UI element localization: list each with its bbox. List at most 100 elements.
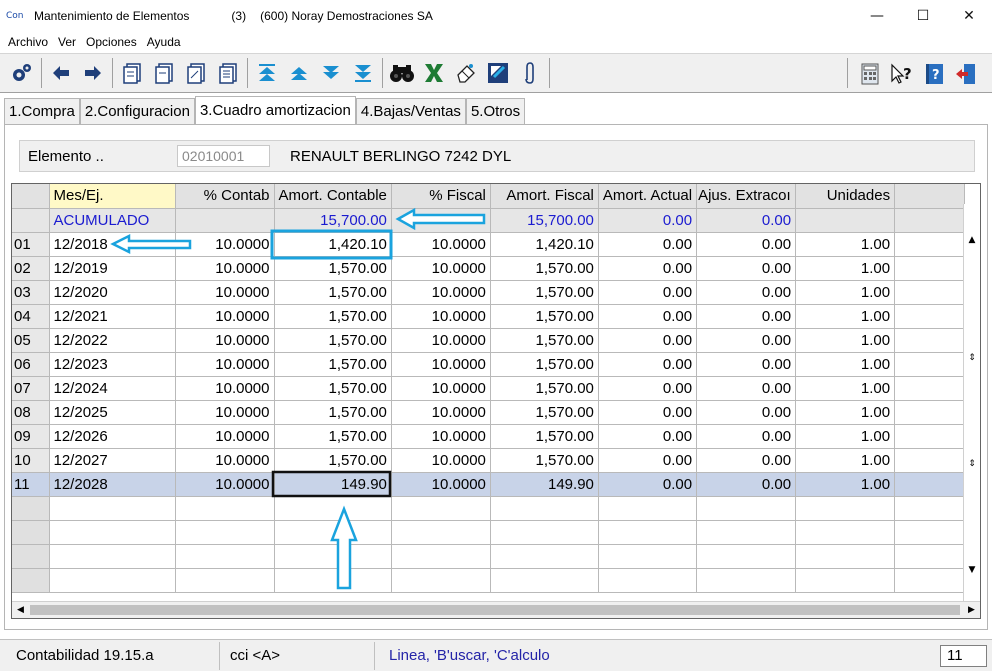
row-amort-fiscal[interactable]: 1,570.00 (490, 328, 599, 353)
row-unidades[interactable]: 1.00 (795, 424, 896, 449)
header-amort-actual[interactable]: Amort. Actual (598, 184, 698, 209)
table-row[interactable]: 03 12/2020 10.0000 1,570.00 10.0000 1,570.00 0… (12, 280, 966, 305)
row-unidades[interactable]: 1.00 (795, 472, 896, 497)
row-pct-contab[interactable]: 10.0000 (175, 424, 275, 449)
empty-cell[interactable] (696, 520, 797, 545)
element-code-field[interactable]: 02010001 (177, 145, 270, 167)
empty-cell[interactable] (490, 520, 599, 545)
row-unidades[interactable]: 1.00 (795, 376, 896, 401)
empty-cell[interactable] (894, 520, 966, 545)
header-pct-contab[interactable]: % Contab (175, 184, 275, 209)
row-amort-contable[interactable]: 1,570.00 (274, 376, 392, 401)
row-amort-fiscal[interactable]: 1,570.00 (490, 256, 599, 281)
last-record-icon[interactable] (347, 57, 379, 89)
row-mes[interactable]: 12/2023 (49, 352, 176, 377)
row-amort-fiscal[interactable]: 1,570.00 (490, 448, 599, 473)
row-amort-contable[interactable]: 1,570.00 (274, 256, 392, 281)
first-record-icon[interactable] (251, 57, 283, 89)
row-amort-contable[interactable]: 1,570.00 (274, 424, 392, 449)
row-amort-actual[interactable]: 0.00 (598, 280, 698, 305)
row-amort-actual[interactable]: 0.00 (598, 352, 698, 377)
empty-cell[interactable] (175, 496, 275, 521)
row-mes[interactable]: 12/2019 (49, 256, 176, 281)
close-button[interactable]: ✕ (946, 0, 992, 32)
empty-row[interactable] (12, 568, 966, 593)
row-amort-contable[interactable]: 1,570.00 (274, 400, 392, 425)
empty-cell[interactable] (175, 544, 275, 569)
help-book-icon[interactable]: ? (918, 58, 950, 90)
row-pct-contab[interactable]: 10.0000 (175, 304, 275, 329)
row-amort-actual[interactable]: 0.00 (598, 400, 698, 425)
row-pct-contab[interactable]: 10.0000 (175, 472, 275, 497)
calculator-icon[interactable] (854, 58, 886, 90)
row-pct-contab[interactable]: 10.0000 (175, 280, 275, 305)
row-amort-actual[interactable]: 0.00 (598, 256, 698, 281)
attach-icon[interactable] (514, 57, 546, 89)
table-row[interactable]: 11 12/2028 10.0000 149.90 10.0000 149.90 0.00 0… (12, 472, 966, 497)
zoom-icon[interactable] (482, 57, 514, 89)
empty-cell[interactable] (490, 544, 599, 569)
row-unidades[interactable]: 1.00 (795, 256, 896, 281)
row-ajus-extra[interactable]: 0.00 (696, 352, 797, 377)
horizontal-scroll-thumb[interactable] (30, 605, 960, 615)
empty-cell[interactable] (274, 520, 392, 545)
scroll-right-icon[interactable]: ▶ (963, 602, 980, 618)
empty-cell[interactable] (598, 496, 698, 521)
row-unidades[interactable]: 1.00 (795, 280, 896, 305)
row-pct-fiscal[interactable]: 10.0000 (391, 280, 491, 305)
row-pct-contab[interactable]: 10.0000 (175, 448, 275, 473)
row-unidades[interactable]: 1.00 (795, 352, 896, 377)
row-ajus-extra[interactable]: 0.00 (696, 400, 797, 425)
row-amort-contable[interactable]: 149.90 (274, 472, 392, 497)
row-unidades[interactable]: 1.00 (795, 232, 896, 257)
previous-record-icon[interactable] (283, 57, 315, 89)
menu-opciones[interactable]: Opciones (86, 35, 137, 49)
table-row[interactable]: 07 12/2024 10.0000 1,570.00 10.0000 1,570.00 0… (12, 376, 966, 401)
row-mes[interactable]: 12/2027 (49, 448, 176, 473)
table-row[interactable]: 01 12/2018 10.0000 1,420.10 10.0000 1,420.10 0… (12, 232, 966, 257)
header-ajus-extra[interactable]: Ajus. Extracoı (696, 184, 797, 209)
exit-icon[interactable] (950, 58, 982, 90)
menu-archivo[interactable]: Archivo (8, 35, 48, 49)
empty-cell[interactable] (391, 544, 491, 569)
row-unidades[interactable]: 1.00 (795, 400, 896, 425)
list-doc-icon[interactable] (212, 57, 244, 89)
empty-cell[interactable] (696, 496, 797, 521)
empty-cell[interactable] (795, 568, 896, 593)
header-unidades[interactable]: Unidades (795, 184, 896, 209)
row-pct-fiscal[interactable]: 10.0000 (391, 304, 491, 329)
tab-bajas-ventas[interactable]: 4.Bajas/Ventas (355, 98, 466, 124)
empty-cell[interactable] (49, 568, 176, 593)
empty-cell[interactable] (598, 568, 698, 593)
row-pct-contab[interactable]: 10.0000 (175, 376, 275, 401)
row-amort-actual[interactable]: 0.00 (598, 328, 698, 353)
row-pct-fiscal[interactable]: 10.0000 (391, 256, 491, 281)
eraser-icon[interactable] (450, 57, 482, 89)
row-ajus-extra[interactable]: 0.00 (696, 448, 797, 473)
row-amort-actual[interactable]: 0.00 (598, 424, 698, 449)
row-ajus-extra[interactable]: 0.00 (696, 424, 797, 449)
table-row[interactable]: 05 12/2022 10.0000 1,570.00 10.0000 1,570.00 0… (12, 328, 966, 353)
row-amort-contable[interactable]: 1,570.00 (274, 448, 392, 473)
empty-cell[interactable] (49, 496, 176, 521)
empty-cell[interactable] (391, 568, 491, 593)
empty-cell[interactable] (274, 568, 392, 593)
row-pct-fiscal[interactable]: 10.0000 (391, 472, 491, 497)
paste-doc-icon[interactable] (148, 57, 180, 89)
empty-row[interactable] (12, 520, 966, 545)
row-pct-contab[interactable]: 10.0000 (175, 400, 275, 425)
empty-cell[interactable] (49, 544, 176, 569)
maximize-button[interactable]: ☐ (900, 0, 946, 32)
empty-cell[interactable] (274, 544, 392, 569)
empty-cell[interactable] (598, 520, 698, 545)
row-amort-actual[interactable]: 0.00 (598, 232, 698, 257)
empty-cell[interactable] (490, 496, 599, 521)
empty-cell[interactable] (696, 544, 797, 569)
tab-otros[interactable]: 5.Otros (465, 98, 526, 124)
empty-cell[interactable] (795, 520, 896, 545)
row-mes[interactable]: 12/2026 (49, 424, 176, 449)
scroll-page-down-icon[interactable]: ⇕ (964, 456, 980, 472)
row-mes[interactable]: 12/2028 (49, 472, 176, 497)
excel-icon[interactable] (418, 57, 450, 89)
empty-row[interactable] (12, 496, 966, 521)
